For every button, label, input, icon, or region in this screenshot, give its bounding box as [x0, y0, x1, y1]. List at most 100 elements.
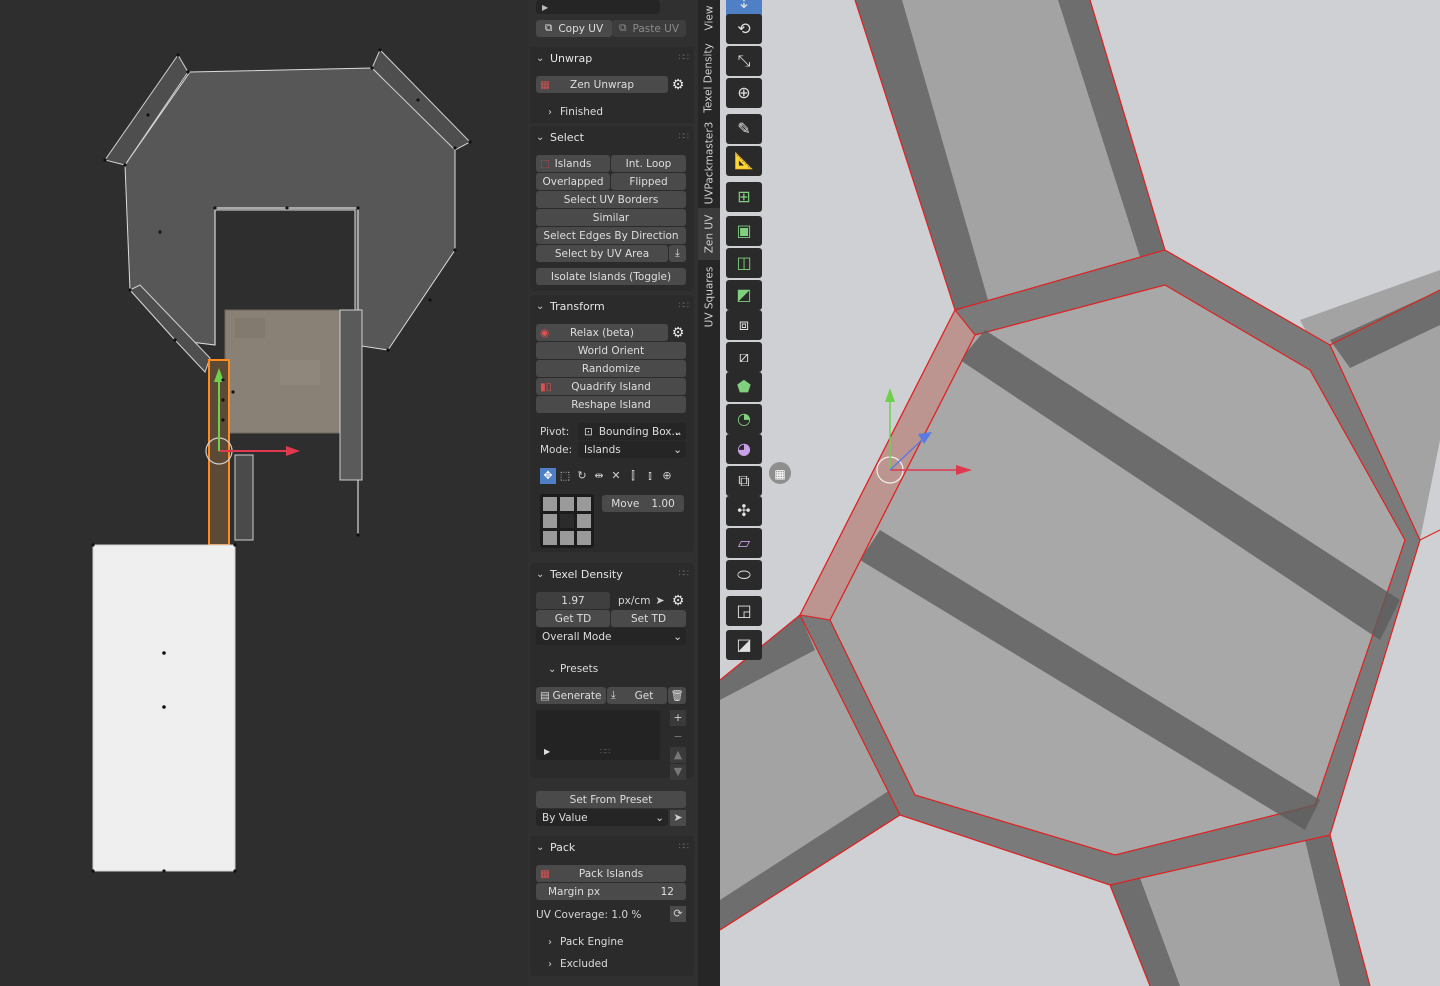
reshape-island-button[interactable]: Reshape Island: [536, 396, 686, 413]
isolate-islands-button[interactable]: Isolate Islands (Toggle): [536, 268, 686, 285]
tab-zen-uv[interactable]: Zen UV: [698, 208, 720, 260]
pivot-dropdown[interactable]: ⊡ Bounding Box... ⌄: [578, 423, 686, 440]
uv-island-octagon: [124, 67, 456, 351]
rotate-icon[interactable]: ⟲: [726, 14, 762, 44]
transform-header[interactable]: ⌄ Transform ∷∷: [530, 295, 694, 317]
get-td-button[interactable]: Get TD: [536, 610, 610, 627]
add-cube-icon[interactable]: ⊞: [726, 182, 762, 212]
unwrap-icon: ▦: [540, 78, 550, 91]
set-td-button[interactable]: Set TD: [611, 610, 686, 627]
distribute-mode-icon[interactable]: ⫾: [642, 468, 658, 484]
inset-icon[interactable]: ◫: [726, 248, 762, 278]
scale-mode-icon[interactable]: ⬚: [557, 468, 573, 484]
select-by-uv-area-button[interactable]: Select by UV Area: [536, 245, 668, 262]
rip-icon[interactable]: ⬭: [726, 560, 762, 590]
mode-dropdown[interactable]: Islands ⌄: [578, 441, 686, 458]
edge-slide-icon[interactable]: ⧉: [726, 466, 762, 496]
scale-icon[interactable]: ⤡: [726, 46, 762, 76]
flipped-button[interactable]: Flipped: [611, 173, 686, 190]
world-orient-button[interactable]: World Orient: [536, 342, 686, 359]
select-section: ⌄ Select ∷∷ ⬚ Islands Int. Loop Overlapped …: [530, 126, 694, 291]
knife-icon[interactable]: ⧄: [726, 342, 762, 372]
tab-uv-squares[interactable]: UV Squares: [698, 262, 720, 332]
flip-mode-icon[interactable]: ⇹: [591, 468, 607, 484]
texel-density-header[interactable]: ⌄ Texel Density ∷∷: [530, 563, 694, 585]
get-preset-button[interactable]: ⤓ Get: [607, 687, 667, 704]
pack-engine-subpanel[interactable]: › Pack Engine: [548, 936, 623, 948]
finished-subpanel[interactable]: › Finished: [548, 106, 603, 118]
transform-icon[interactable]: ⊕: [726, 78, 762, 108]
paste-uv-button[interactable]: ⧉ Paste UV: [612, 20, 686, 37]
randomize-button[interactable]: Randomize: [536, 360, 686, 377]
align-mode-icon[interactable]: ⫿: [625, 468, 641, 484]
3d-viewport[interactable]: ▦: [720, 0, 1440, 986]
pack-header[interactable]: ⌄ Pack ∷∷: [530, 836, 694, 858]
direction-grid[interactable]: [540, 494, 594, 548]
add-icon[interactable]: +: [670, 710, 686, 726]
similar-button[interactable]: Similar: [536, 209, 686, 226]
to-sphere-icon[interactable]: ◲: [726, 596, 762, 626]
extrude-icon[interactable]: ▣: [726, 216, 762, 246]
move-up-icon[interactable]: ▲: [670, 747, 686, 763]
remove-icon[interactable]: −: [670, 729, 686, 745]
presets-subpanel[interactable]: ⌄ Presets: [548, 663, 598, 675]
quadrify-island-button[interactable]: ▮▯ Quadrify Island: [536, 378, 686, 395]
relax-button[interactable]: ◉ Relax (beta): [536, 324, 668, 341]
move-mode-icon[interactable]: ✥: [540, 468, 556, 484]
grip-icon[interactable]: ∷∷: [679, 301, 690, 311]
uv-canvas[interactable]: [0, 0, 528, 986]
gear-icon[interactable]: ⚙: [670, 593, 686, 609]
margin-field[interactable]: Margin px 12: [536, 883, 686, 900]
cursor-pick-icon[interactable]: ➤: [670, 810, 686, 826]
pack-islands-button[interactable]: ▦ Pack Islands: [536, 865, 686, 882]
fit-mode-icon[interactable]: ✕: [608, 468, 624, 484]
refresh-icon[interactable]: ⟳: [670, 906, 686, 922]
play-icon: ▶: [544, 747, 551, 756]
tab-uvpackmaster3[interactable]: UVPackmaster3: [698, 120, 720, 206]
int-loop-button[interactable]: Int. Loop: [611, 155, 686, 172]
td-value-field[interactable]: 1.97: [536, 592, 610, 609]
islands-button[interactable]: ⬚ Islands: [536, 155, 610, 172]
overlapped-button[interactable]: Overlapped: [536, 173, 610, 190]
smooth-icon[interactable]: ◕: [726, 434, 762, 464]
grip-icon[interactable]: ∷∷: [679, 53, 690, 63]
download-icon[interactable]: ⤓: [669, 245, 686, 262]
uv-square-icon[interactable]: ◪: [726, 630, 762, 660]
grip-icon[interactable]: ∷∷: [679, 569, 690, 579]
unwrap-header[interactable]: ⌄ Unwrap ∷∷: [530, 47, 694, 69]
cursor-pick-icon[interactable]: ➤: [652, 593, 668, 609]
spin-icon[interactable]: ◔: [726, 404, 762, 434]
presets-list[interactable]: ▶ ∷∷: [536, 710, 660, 760]
tab-texel-density[interactable]: Texel Density: [698, 38, 720, 118]
grip-icon[interactable]: ∷∷: [679, 132, 690, 142]
poly-build-icon[interactable]: ⬟: [726, 372, 762, 402]
excluded-subpanel[interactable]: › Excluded: [548, 958, 608, 970]
trash-icon[interactable]: 🗑: [668, 687, 686, 704]
select-header[interactable]: ⌄ Select ∷∷: [530, 126, 694, 148]
shear-icon[interactable]: ▱: [726, 528, 762, 558]
chevron-down-icon: ⌄: [673, 630, 682, 643]
td-mode-dropdown[interactable]: Overall Mode ⌄: [536, 628, 686, 645]
rotate-mode-icon[interactable]: ↻: [574, 468, 590, 484]
move-down-icon[interactable]: ▼: [670, 764, 686, 780]
generate-button[interactable]: ▤ Generate: [536, 687, 606, 704]
annotate-icon[interactable]: ✎: [726, 114, 762, 144]
bevel-icon[interactable]: ◩: [726, 280, 762, 310]
select-uv-borders-button[interactable]: Select UV Borders: [536, 191, 686, 208]
tab-view[interactable]: View: [698, 0, 720, 36]
select-edges-by-direction-button[interactable]: Select Edges By Direction: [536, 227, 686, 244]
set-from-preset-button[interactable]: Set From Preset: [536, 791, 686, 808]
shrink-fatten-icon[interactable]: ✣: [726, 496, 762, 526]
move-field[interactable]: Move 1.00: [602, 495, 684, 512]
measure-icon[interactable]: 📐: [726, 146, 762, 176]
loop-cut-icon[interactable]: ⧈: [726, 310, 762, 340]
zen-unwrap-button[interactable]: ▦ Zen Unwrap: [536, 76, 668, 93]
uv-editor[interactable]: [0, 0, 528, 986]
chevron-down-icon: ⌄: [673, 425, 682, 438]
by-value-dropdown[interactable]: By Value ⌄: [536, 809, 668, 826]
grip-icon[interactable]: ∷∷: [679, 842, 690, 852]
copy-uv-button[interactable]: ⧉ Copy UV: [536, 20, 612, 37]
gear-icon[interactable]: ⚙: [670, 77, 686, 93]
gear-icon[interactable]: ⚙: [670, 325, 686, 341]
pivot-mode-icon[interactable]: ⊕: [659, 468, 675, 484]
